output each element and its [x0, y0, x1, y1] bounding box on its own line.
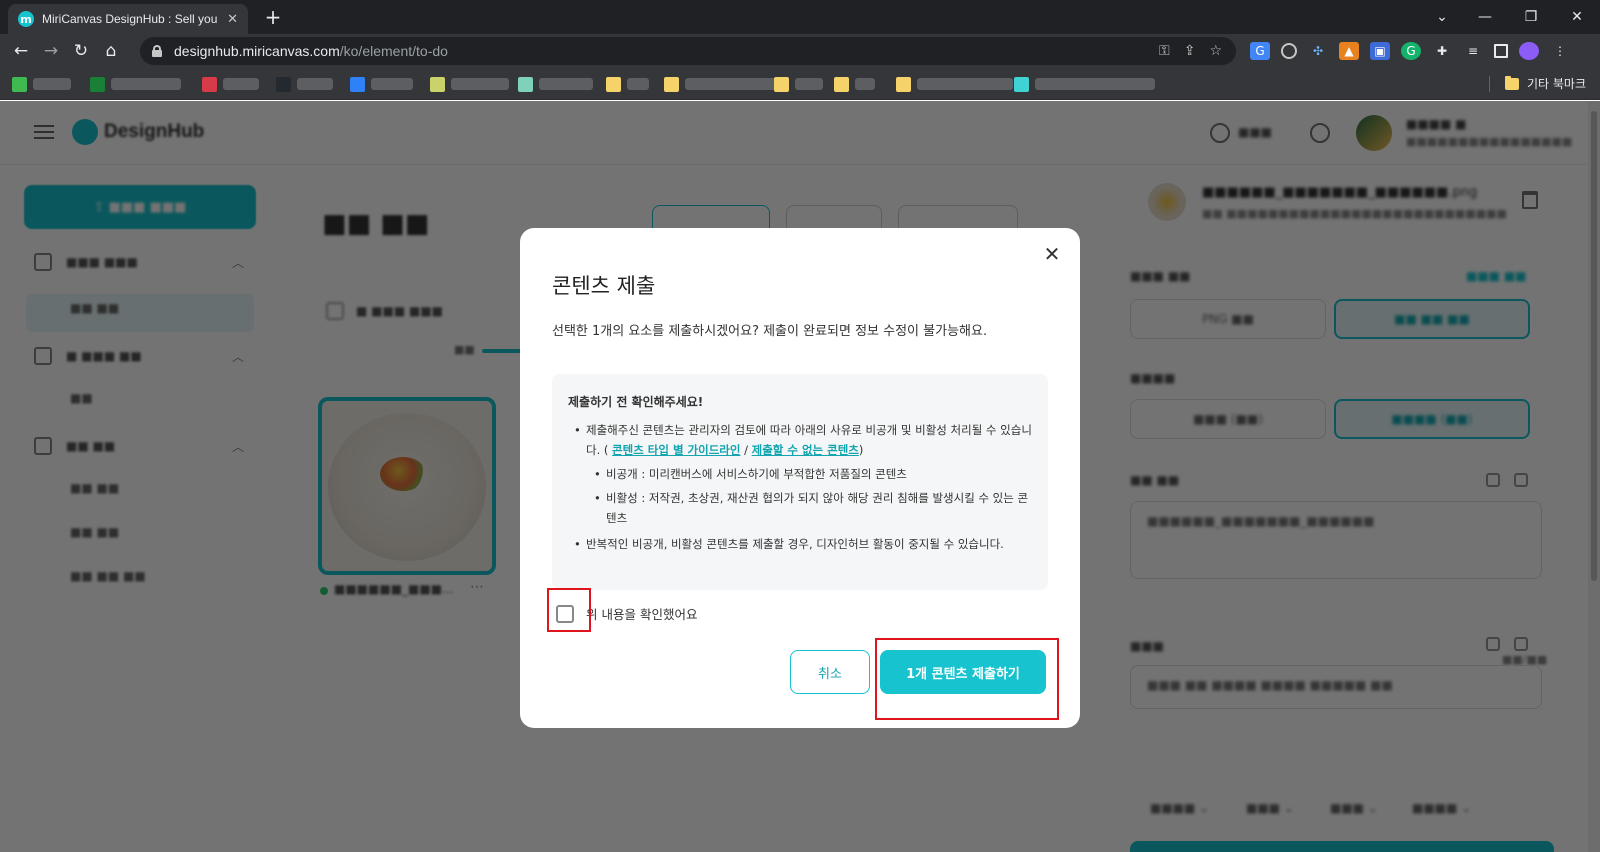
prohibited-content-link[interactable]: 제출할 수 없는 콘텐츠	[752, 443, 859, 457]
close-icon[interactable]: ✕	[1040, 242, 1064, 266]
extensions-puzzle-icon[interactable]: ✚	[1432, 42, 1452, 60]
address-bar[interactable]: designhub.miricanvas.com/ko/element/to-d…	[140, 37, 1236, 65]
back-arrow-icon[interactable]: ←	[6, 36, 36, 66]
translate-extension-icon[interactable]: G	[1250, 42, 1270, 60]
notice-subitem: 비공개 : 미리캔버스에 서비스하기에 부적합한 저품질의 콘텐츠	[568, 464, 1032, 484]
bookmark-item[interactable]	[1014, 76, 1155, 92]
reading-list-icon[interactable]: ≡	[1463, 42, 1483, 60]
modal-description: 선택한 1개의 요소를 제출하시겠어요? 제출이 완료되면 정보 수정이 불가능…	[552, 324, 988, 339]
share-icon[interactable]: ⇪	[1184, 43, 1196, 59]
bookmark-item[interactable]	[664, 76, 777, 92]
extension-image-icon[interactable]: ▣	[1370, 42, 1390, 60]
url-path: /ko/element/to-do	[339, 43, 448, 59]
browser-tab-active[interactable]: m MiriCanvas DesignHub : Sell you ✕	[8, 4, 248, 34]
browser-toolbar: ← → ↻ ⌂ designhub.miricanvas.com/ko/elem…	[0, 34, 1600, 68]
bookmark-item[interactable]	[350, 76, 413, 92]
side-panel-icon[interactable]	[1494, 44, 1508, 58]
bookmark-item[interactable]	[896, 76, 1013, 92]
reload-icon[interactable]: ↻	[66, 36, 96, 66]
other-bookmarks-label: 기타 북마크	[1526, 77, 1586, 91]
guideline-link[interactable]: 콘텐츠 타입 별 가이드라인	[612, 443, 740, 457]
bookmark-item[interactable]	[276, 76, 333, 92]
key-icon[interactable]: ⚿	[1159, 43, 1170, 59]
other-bookmarks[interactable]: 기타 북마크	[1504, 75, 1586, 92]
bookmark-item[interactable]	[202, 76, 259, 92]
bookmark-item[interactable]	[430, 76, 509, 92]
home-icon[interactable]: ⌂	[96, 36, 126, 66]
notice-subitem: 비활성 : 저작권, 초상권, 재산권 협의가 되지 않아 해당 권리 침해를 …	[568, 488, 1032, 528]
notice-box: 제출하기 전 확인해주세요! 제출해주신 콘텐츠는 관리자의 검토에 따라 아래…	[552, 374, 1048, 590]
folder-icon	[1504, 75, 1519, 90]
modal-title: 콘텐츠 제출	[552, 274, 656, 298]
notice-close-paren: )	[858, 443, 864, 457]
forward-arrow-icon[interactable]: →	[36, 36, 66, 66]
bookmarks-bar: 기타 북마크	[0, 68, 1600, 100]
notice-heading: 제출하기 전 확인해주세요!	[568, 395, 704, 409]
browser-tabstrip: m MiriCanvas DesignHub : Sell you ✕ + ⌄ …	[0, 0, 1600, 34]
extension-circle-icon[interactable]	[1281, 43, 1297, 59]
profile-avatar-icon[interactable]	[1519, 42, 1539, 60]
lock-icon[interactable]	[152, 45, 162, 57]
extensions-bar: G ✣ ▲ ▣ G ✚ ≡ ⋮	[1250, 36, 1570, 66]
window-close-icon[interactable]: ✕	[1554, 9, 1600, 25]
bookmark-item[interactable]	[606, 76, 649, 92]
bookmark-item[interactable]	[774, 76, 823, 92]
confirm-label: 위 내용을 확인했어요	[586, 607, 698, 622]
tab-close-icon[interactable]: ✕	[227, 12, 238, 27]
bookmark-item[interactable]	[518, 76, 593, 92]
cancel-button[interactable]: 취소	[790, 650, 870, 694]
miricanvas-favicon-icon: m	[18, 11, 34, 27]
minimize-icon[interactable]: —	[1462, 9, 1508, 25]
extension-dots-icon[interactable]: ✣	[1308, 42, 1328, 60]
highlight-box-submit	[875, 638, 1059, 720]
tab-title: MiriCanvas DesignHub : Sell you	[42, 12, 218, 26]
restore-icon[interactable]: ❐	[1508, 9, 1554, 25]
bookmark-divider	[1489, 76, 1490, 92]
window-controls: ⌄ — ❐ ✕	[1422, 0, 1600, 34]
notice-item: 제출해주신 콘텐츠는 관리자의 검토에 따라 아래의 사유로 비공개 및 비활성…	[568, 420, 1032, 460]
tab-search-chevron-icon[interactable]: ⌄	[1422, 9, 1462, 25]
chrome-menu-icon[interactable]: ⋮	[1550, 42, 1570, 60]
notice-item: 반복적인 비공개, 비활성 콘텐츠를 제출할 경우, 디자인허브 활동이 중지될…	[568, 534, 1032, 554]
bookmark-item[interactable]	[12, 76, 71, 92]
grammarly-extension-icon[interactable]: G	[1401, 42, 1421, 60]
url-host: designhub.miricanvas.com	[174, 43, 340, 59]
highlight-box-checkbox	[547, 588, 591, 632]
metamask-extension-icon[interactable]: ▲	[1339, 42, 1359, 60]
bookmark-item[interactable]	[834, 76, 875, 92]
bookmark-item[interactable]	[90, 76, 181, 92]
bookmark-star-icon[interactable]: ☆	[1209, 43, 1222, 59]
notice-separator: /	[740, 443, 752, 457]
new-tab-plus-icon[interactable]: +	[262, 5, 284, 29]
